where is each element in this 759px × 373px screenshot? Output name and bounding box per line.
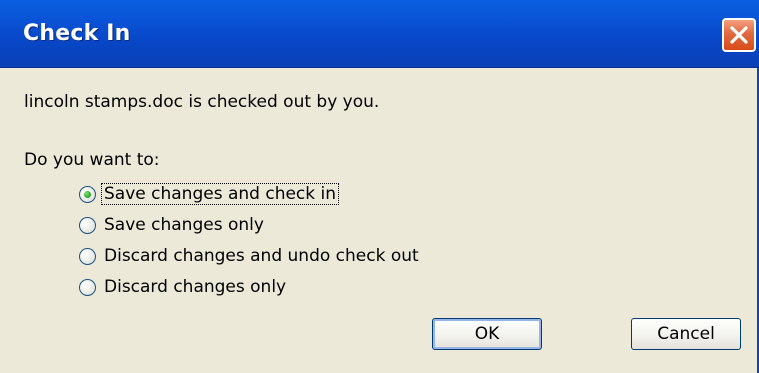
option-save-and-check-in[interactable]: Save changes and check in [79,180,340,208]
option-discard-and-undo-checkout[interactable]: Discard changes and undo check out [79,242,421,270]
radio-button-selected[interactable] [79,185,96,203]
close-button[interactable] [722,18,756,52]
close-icon [730,26,748,44]
checked-out-message: lincoln stamps.doc is checked out by you… [24,92,380,112]
title-bar: Check In [0,0,759,68]
question-label: Do you want to: [24,150,160,170]
radio-button[interactable] [79,278,96,296]
ok-button[interactable]: OK [432,318,542,350]
window-title: Check In [23,21,131,46]
option-label: Save changes and check in [100,183,340,205]
dialog-body: lincoln stamps.doc is checked out by you… [0,68,759,373]
radio-button[interactable] [79,247,96,265]
option-discard-only[interactable]: Discard changes only [79,273,288,301]
cancel-button[interactable]: Cancel [631,318,741,350]
option-label: Save changes only [104,215,264,235]
option-label: Discard changes and undo check out [104,246,419,266]
radio-button[interactable] [79,216,96,234]
option-save-only[interactable]: Save changes only [79,211,266,239]
option-label: Discard changes only [104,277,287,297]
